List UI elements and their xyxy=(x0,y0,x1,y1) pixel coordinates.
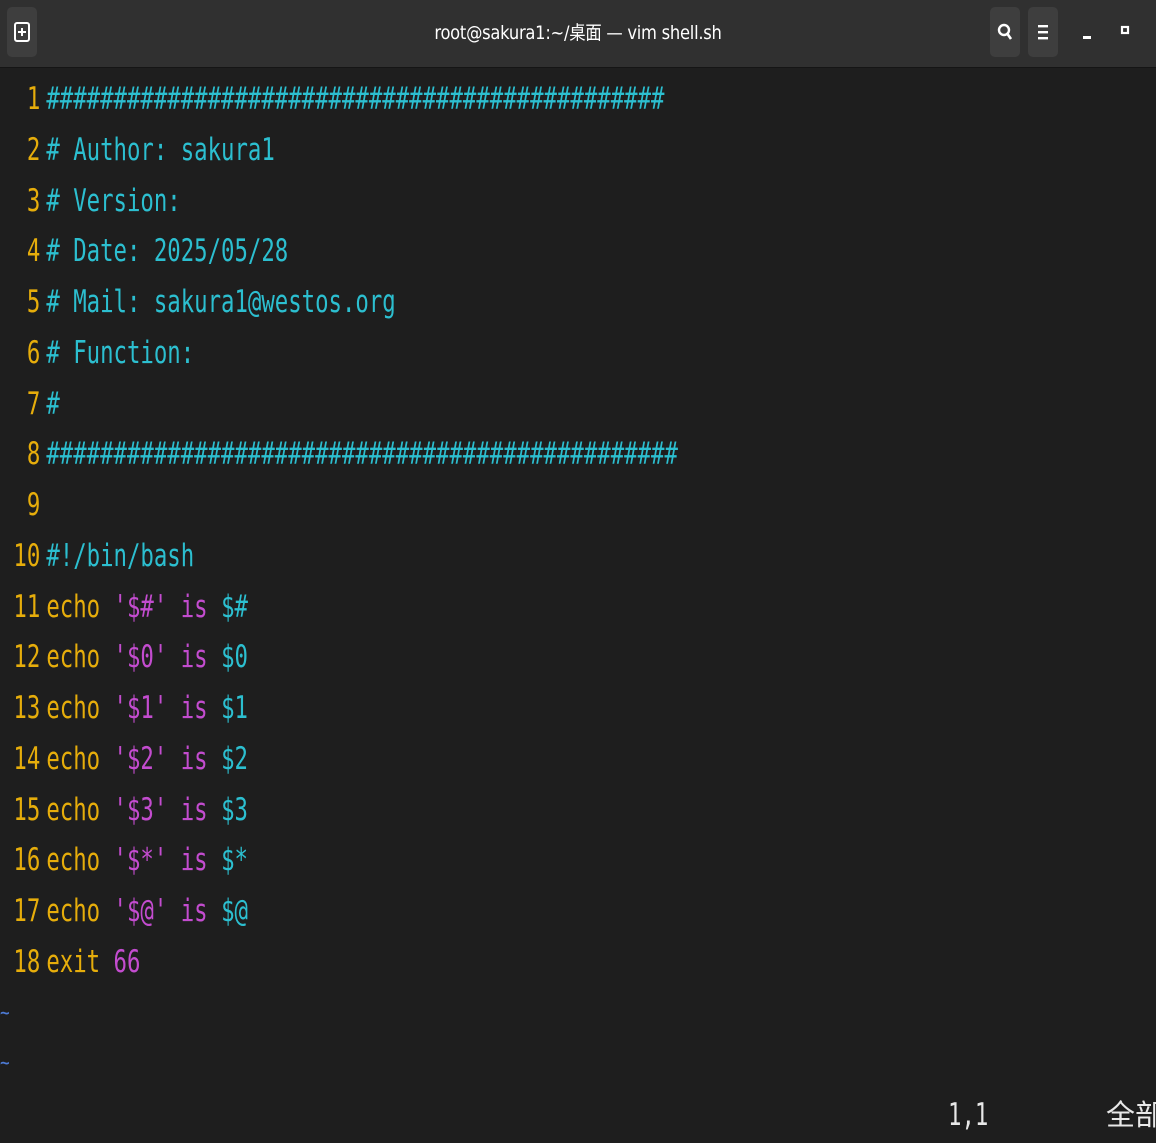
line-number: 18 xyxy=(13,943,41,980)
command-token: echo xyxy=(46,639,101,676)
keyword-token: is xyxy=(180,740,208,777)
keyword-token: is xyxy=(180,588,208,625)
command-token: echo xyxy=(46,893,101,929)
code-line: 3 # Version: xyxy=(0,176,1152,227)
code-line: 15 echo '$3' is $3 xyxy=(0,785,1152,836)
line-text: # xyxy=(46,385,60,422)
cursor-position: 1,1 xyxy=(948,1097,989,1133)
string-token: '$3' xyxy=(113,791,168,828)
code-line: 13 echo '$1' is $1 xyxy=(0,683,1152,734)
line-text: ########################################… xyxy=(46,81,665,117)
string-token: '$1' xyxy=(113,690,168,726)
line-text: #!/bin/bash xyxy=(46,537,195,574)
empty-line-marker: ~ xyxy=(0,1003,10,1022)
keyword-token: is xyxy=(180,842,208,879)
line-number: 9 xyxy=(26,487,41,523)
command-token: echo xyxy=(46,842,101,879)
line-text: # Date: 2025/05/28 xyxy=(46,233,289,270)
line-number: 5 xyxy=(26,284,41,320)
search-icon xyxy=(997,23,1013,40)
hamburger-menu-icon xyxy=(1038,25,1048,40)
line-number: 14 xyxy=(13,740,41,777)
line-number: 15 xyxy=(13,791,41,828)
maximize-icon xyxy=(1120,25,1130,35)
code-line: 17 echo '$@' is $@ xyxy=(0,886,1152,937)
keyword-token: is xyxy=(180,639,208,676)
new-tab-button[interactable] xyxy=(7,7,37,57)
variable-token: $3 xyxy=(221,791,248,828)
keyword-token: is xyxy=(180,893,208,929)
line-number: 10 xyxy=(13,537,41,574)
line-number: 17 xyxy=(13,893,41,929)
line-text: # Function: xyxy=(46,334,195,371)
code-line: 5 # Mail: sakura1@westos.org xyxy=(0,277,1152,328)
new-tab-icon xyxy=(14,22,30,42)
window-title: root@sakura1:~/桌面 — vim shell.sh xyxy=(434,22,722,44)
command-token: echo xyxy=(46,690,101,726)
command-token: echo xyxy=(46,791,101,828)
maximize-button[interactable] xyxy=(1110,7,1140,57)
code-line: 4 # Date: 2025/05/28 xyxy=(0,226,1152,277)
command-token: echo xyxy=(46,740,101,777)
code-line: 18 exit 66 xyxy=(0,937,1152,988)
scroll-position: 全部 xyxy=(1106,1098,1156,1132)
line-number: 3 xyxy=(26,182,41,219)
string-token: '$2' xyxy=(113,740,168,777)
code-line: 1 #######################################… xyxy=(0,74,1152,125)
variable-token: $0 xyxy=(221,639,248,676)
code-line: 10 #!/bin/bash xyxy=(0,531,1152,582)
line-text: # Version: xyxy=(46,182,181,219)
code-line: 14 echo '$2' is $2 xyxy=(0,734,1152,785)
string-token: '$@' xyxy=(113,893,168,929)
code-line: 7 # xyxy=(0,379,1152,430)
line-number: 12 xyxy=(13,639,41,676)
code-line: 6 # Function: xyxy=(0,328,1152,379)
line-number: 16 xyxy=(13,842,41,879)
line-number: 8 xyxy=(26,436,41,473)
line-text: # Author: sakura1 xyxy=(46,131,275,168)
line-number: 7 xyxy=(26,385,41,422)
code-line: 9 xyxy=(0,480,1152,531)
code-line: 16 echo '$*' is $* xyxy=(0,835,1152,886)
string-token: '$*' xyxy=(113,842,168,879)
line-text: # Mail: sakura1@westos.org xyxy=(46,284,396,320)
line-number: 6 xyxy=(26,334,41,371)
minimize-icon xyxy=(1083,36,1091,39)
variable-token: $# xyxy=(221,588,248,625)
variable-token: $@ xyxy=(221,893,248,929)
line-number: 13 xyxy=(13,690,41,726)
code-line: 8 #######################################… xyxy=(0,429,1152,480)
code-line: 2 # Author: sakura1 xyxy=(0,125,1152,176)
keyword-token: is xyxy=(180,690,208,726)
line-number: 1 xyxy=(26,81,41,117)
line-text: ########################################… xyxy=(46,436,678,473)
empty-line-marker: ~ xyxy=(0,1053,10,1072)
menu-button[interactable] xyxy=(1028,7,1058,57)
vim-editor[interactable]: 1 #######################################… xyxy=(0,74,1156,988)
string-token: '$#' xyxy=(113,588,168,625)
variable-token: $2 xyxy=(221,740,248,777)
line-number: 11 xyxy=(13,588,41,625)
code-line: 11 echo '$#' is $# xyxy=(0,582,1152,633)
string-token: '$0' xyxy=(113,639,168,676)
command-token: exit xyxy=(46,943,101,980)
minimize-button[interactable] xyxy=(1072,7,1102,57)
search-button[interactable] xyxy=(990,7,1020,57)
exit-code-token: 66 xyxy=(113,943,141,980)
code-line: 12 echo '$0' is $0 xyxy=(0,632,1152,683)
line-number: 2 xyxy=(26,131,41,168)
line-number: 4 xyxy=(26,233,41,270)
variable-token: $* xyxy=(221,842,248,879)
variable-token: $1 xyxy=(221,690,248,726)
keyword-token: is xyxy=(180,791,208,828)
title-bar: root@sakura1:~/桌面 — vim shell.sh xyxy=(0,0,1156,68)
command-token: echo xyxy=(46,588,101,625)
